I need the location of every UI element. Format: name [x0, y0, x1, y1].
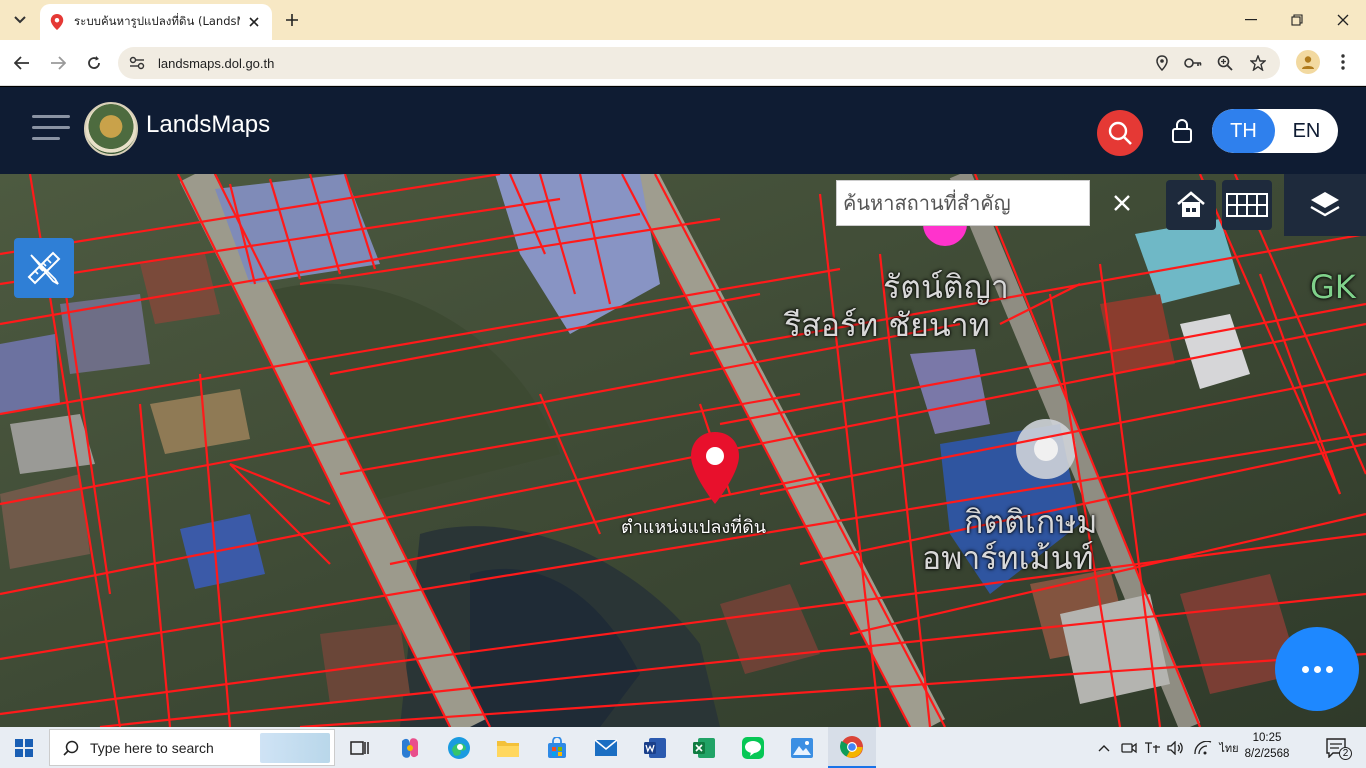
back-icon[interactable] — [10, 51, 34, 75]
place-search-input[interactable]: ค้นหาสถานที่สำคัญ — [836, 180, 1090, 226]
windows-logo-icon — [15, 738, 33, 757]
photos-icon[interactable] — [778, 727, 826, 768]
volume-icon[interactable] — [1166, 727, 1186, 768]
notification-center[interactable]: 2 — [1320, 727, 1354, 768]
word-icon[interactable] — [631, 727, 679, 768]
hamburger-menu-icon[interactable] — [32, 113, 70, 143]
clock-date: 8/2/2568 — [1244, 748, 1290, 760]
bookmark-star-icon[interactable] — [1249, 54, 1267, 72]
task-view-icon[interactable] — [336, 727, 384, 768]
dol-logo — [84, 102, 138, 156]
map-view[interactable]: รัตน์ติญา รีสอร์ท ชัยนาท กิตติเกษม อพาร์… — [0, 174, 1366, 727]
copilot-icon[interactable] — [386, 727, 434, 768]
meet-now-icon[interactable] — [1120, 727, 1138, 768]
grid-icon — [1226, 193, 1268, 217]
more-icon — [1301, 665, 1333, 673]
input-method-icon[interactable] — [1142, 727, 1162, 768]
lock-icon — [1172, 119, 1192, 143]
restore-icon[interactable] — [1282, 8, 1312, 32]
windows-taskbar: Type here to search ไทย 10:25 8/2/2568 2 — [0, 727, 1366, 768]
profile-avatar-icon[interactable] — [1296, 50, 1320, 74]
ruler-pencil-icon — [27, 251, 61, 285]
poi-apartment-subtitle: อพาร์ทเม้นท์ — [922, 539, 1094, 577]
excel-icon[interactable] — [680, 727, 728, 768]
address-bar: landsmaps.dol.go.th — [0, 40, 1366, 86]
poi-resort-name: รัตน์ติญา — [883, 268, 1009, 306]
omnibox[interactable]: landsmaps.dol.go.th — [118, 47, 1280, 79]
close-window-icon[interactable] — [1328, 8, 1358, 32]
clear-search-button[interactable] — [1096, 180, 1148, 226]
lang-en-button[interactable]: EN — [1275, 109, 1338, 153]
location-pin-favicon-icon — [50, 14, 64, 30]
brand-title: LandsMaps — [146, 111, 271, 138]
poi-resort-subtitle: รีสอร์ท ชัยนาท — [784, 306, 990, 344]
taskbar-search-placeholder: Type here to search — [90, 739, 214, 756]
home-button[interactable] — [1166, 180, 1216, 230]
home-icon — [1177, 191, 1205, 217]
language-switch: TH EN — [1212, 109, 1338, 153]
app-header: LandsMaps TH EN — [0, 87, 1366, 174]
site-info-icon[interactable] — [128, 54, 146, 72]
search-icon — [62, 739, 80, 757]
tray-chevron-icon[interactable] — [1094, 727, 1114, 768]
satellite-map-base — [0, 174, 1366, 727]
browser-tab-active[interactable]: ระบบค้นหารูปแปลงที่ดิน (LandsMaps) — [40, 4, 272, 40]
wifi-icon[interactable] — [1192, 727, 1214, 768]
tab-title: ระบบค้นหารูปแปลงที่ดิน (LandsMaps) — [74, 14, 240, 28]
location-icon[interactable] — [1153, 54, 1171, 72]
notification-count: 2 — [1339, 747, 1352, 760]
poi-edge-label: GK — [1310, 268, 1356, 306]
taskbar-search[interactable]: Type here to search — [49, 729, 335, 766]
system-clock[interactable]: 10:25 8/2/2568 — [1237, 730, 1297, 766]
chrome-icon[interactable] — [828, 727, 876, 768]
clock-time: 10:25 — [1252, 732, 1282, 744]
login-lock-button[interactable] — [1168, 116, 1196, 146]
lang-th-button[interactable]: TH — [1212, 109, 1275, 153]
browser-menu-icon[interactable] — [1334, 50, 1352, 74]
location-pin-icon[interactable] — [689, 430, 741, 506]
password-key-icon[interactable] — [1184, 54, 1202, 72]
minimize-icon[interactable] — [1236, 8, 1266, 32]
reload-icon[interactable] — [82, 51, 106, 75]
parcel-location-label: ตำแหน่งแปลงที่ดิน — [621, 517, 767, 538]
search-icon — [1108, 121, 1132, 145]
start-button[interactable] — [0, 727, 48, 768]
tab-close-icon[interactable] — [246, 14, 262, 30]
new-tab-icon[interactable] — [282, 10, 302, 30]
layers-icon — [1310, 192, 1340, 217]
file-explorer-icon[interactable] — [484, 727, 532, 768]
measure-tool-button[interactable] — [14, 238, 74, 298]
store-icon[interactable] — [533, 727, 581, 768]
browser-tab-bar: ระบบค้นหารูปแปลงที่ดิน (LandsMaps) — [0, 0, 1366, 40]
forward-icon[interactable] — [46, 51, 70, 75]
zoom-icon[interactable] — [1216, 54, 1234, 72]
poi-apartment-name: กิตติเกษม — [964, 503, 1098, 541]
mail-icon[interactable] — [582, 727, 630, 768]
more-options-button[interactable] — [1275, 627, 1359, 711]
line-icon[interactable] — [729, 727, 777, 768]
edge-icon[interactable] — [435, 727, 483, 768]
grid-button[interactable] — [1222, 180, 1272, 230]
search-highlight-image — [260, 733, 330, 763]
url-text: landsmaps.dol.go.th — [158, 55, 275, 71]
search-button[interactable] — [1097, 110, 1143, 156]
layers-button[interactable] — [1284, 174, 1366, 236]
close-icon — [1114, 195, 1130, 211]
tab-search-menu-icon[interactable] — [6, 8, 34, 32]
